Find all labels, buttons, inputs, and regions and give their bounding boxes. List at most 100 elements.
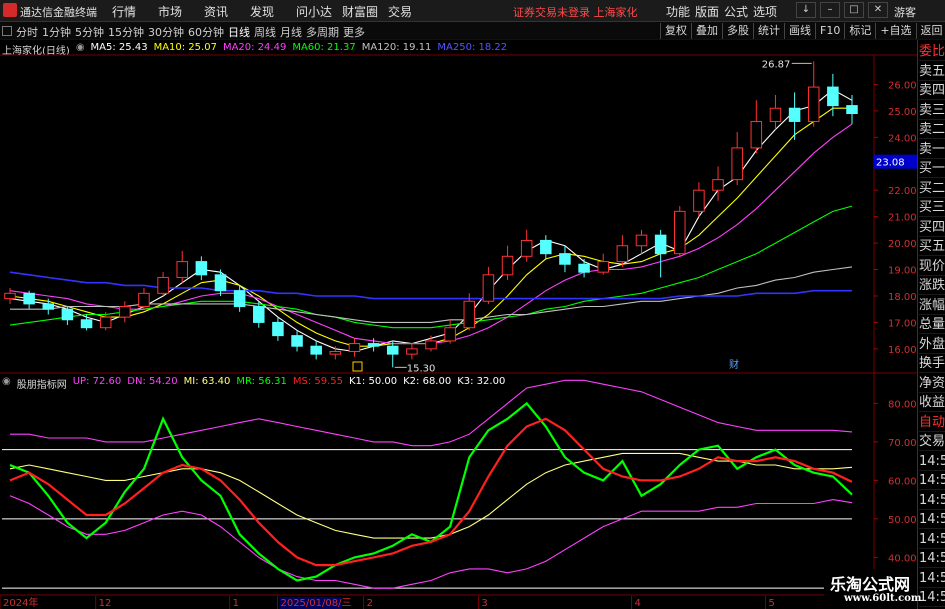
tab-weekly[interactable]: 周线 <box>254 24 276 40</box>
side-panel-item[interactable]: 委比 <box>919 42 945 61</box>
candle-up <box>157 276 169 294</box>
ma5-line <box>9 89 853 353</box>
statistics-button[interactable]: 统计 <box>753 23 784 39</box>
indicator-tick-label: 40.00 <box>888 553 917 564</box>
side-panel-item[interactable]: 14:56 <box>919 569 945 588</box>
price-tick-label: 19.00 <box>888 266 917 277</box>
watermark-url: www.60lt.com <box>844 593 922 604</box>
tab-15min[interactable]: 15分钟 <box>108 24 144 40</box>
side-panel-item[interactable]: 买一 <box>919 159 945 178</box>
candle-up <box>712 179 724 191</box>
tab-5min[interactable]: 5分钟 <box>75 24 104 40</box>
side-panel-item[interactable]: 14:56 <box>919 471 945 490</box>
close-icon[interactable]: ✕ <box>868 2 888 18</box>
candle-down <box>386 345 399 355</box>
side-panel-item[interactable]: 14:56 <box>919 549 945 568</box>
login-status[interactable]: 证券交易未登录 上海家化 <box>513 4 638 20</box>
candle-down <box>827 86 839 107</box>
side-panel-item[interactable]: 总量 <box>919 315 945 334</box>
tab-monthly[interactable]: 月线 <box>280 24 302 40</box>
side-panel-item[interactable]: 卖四 <box>919 81 945 100</box>
side-panel-item[interactable]: 买三 <box>919 198 945 217</box>
tab-multi-period[interactable]: 多周期 <box>306 24 339 40</box>
minimize-icon[interactable]: – <box>820 2 840 18</box>
side-panel-item[interactable]: 卖五 <box>919 62 945 81</box>
menu-item-market[interactable]: 市场 <box>158 3 204 20</box>
candle-down <box>788 107 801 122</box>
menu-item-function[interactable]: 功能 <box>666 3 695 20</box>
candle-up <box>807 86 820 122</box>
menu-item-ask-xiaoda[interactable]: 问小达 <box>296 3 342 20</box>
menu-item-quotes[interactable]: 行情 <box>112 3 158 20</box>
add-watchlist-button[interactable]: +自选 <box>875 23 915 39</box>
side-panel-item[interactable]: 净资 <box>919 374 945 393</box>
tab-intraday[interactable]: 分时 <box>16 24 38 40</box>
date-label: 12 <box>99 598 112 609</box>
menu-item-discover[interactable]: 发现 <box>250 3 296 20</box>
side-panel-item[interactable]: 涨跌 <box>919 276 945 295</box>
candle-down <box>214 274 227 292</box>
guest-label[interactable]: 游客 <box>894 4 916 20</box>
side-panel-item[interactable]: 涨幅 <box>919 296 945 315</box>
indicator-axis: 40.00 50.00 60.00 70.00 80.00 <box>874 399 917 564</box>
draw-line-button[interactable]: 画线 <box>784 23 815 39</box>
side-panel-item[interactable]: 卖三 <box>919 101 945 120</box>
multi-stock-button[interactable]: 多股 <box>722 23 753 39</box>
candle-up <box>425 340 437 350</box>
date-label: 5 <box>768 598 774 609</box>
price-tick-label: 20.00 <box>888 239 917 250</box>
candle-up <box>348 343 361 352</box>
download-icon[interactable]: ↓ <box>796 2 816 18</box>
up-line <box>10 379 853 447</box>
indicator-tick-label: 50.00 <box>888 515 917 526</box>
watermark: 乐淘公式网 www.60lt.com <box>824 569 921 609</box>
tab-30min[interactable]: 30分钟 <box>148 24 184 40</box>
tab-1min[interactable]: 1分钟 <box>42 24 71 40</box>
side-panel-item[interactable]: 14:56 <box>919 491 945 510</box>
maximize-icon[interactable]: □ <box>844 2 864 18</box>
adjust-button[interactable]: 复权 <box>660 23 691 39</box>
price-chart[interactable]: 16.0017.0018.0019.0020.0021.0022.0023.00… <box>0 40 917 609</box>
side-panel-item[interactable]: 买五 <box>919 237 945 256</box>
candle-down <box>233 290 246 308</box>
menu-item-layout[interactable]: 版面 <box>695 3 724 20</box>
side-panel-item[interactable]: 14:56 <box>919 452 945 471</box>
side-panel-item[interactable]: 买二 <box>919 179 945 198</box>
side-panel-item[interactable]: 买四 <box>919 218 945 237</box>
menu-item-wealth-circle[interactable]: 财富圈 <box>342 3 388 20</box>
menu-item-trade[interactable]: 交易 <box>388 3 434 20</box>
mark-button[interactable]: 标记 <box>844 23 875 39</box>
side-panel-item[interactable]: 14:56 <box>919 588 945 607</box>
menu-item-options[interactable]: 选项 <box>753 3 782 20</box>
side-panel-item[interactable]: 14:56 <box>919 530 945 549</box>
side-panel-item[interactable]: 交易 <box>919 432 945 451</box>
side-panel-item[interactable]: 自动 <box>919 413 945 432</box>
menu-item-formula[interactable]: 公式 <box>724 3 753 20</box>
price-tick-label: 25.00 <box>888 107 917 118</box>
price-tick-label: 21.00 <box>888 213 917 224</box>
tab-60min[interactable]: 60分钟 <box>188 24 224 40</box>
current-price-label: 23.08 <box>876 158 905 169</box>
indicator-tick-label: 60.00 <box>888 476 917 487</box>
menu-item-news[interactable]: 资讯 <box>204 3 250 20</box>
panel-toggle-icon[interactable] <box>2 26 12 36</box>
tab-more[interactable]: 更多 <box>343 24 365 40</box>
overlay-button[interactable]: 叠加 <box>691 23 722 39</box>
indicator-tick-label: 80.00 <box>888 399 917 410</box>
f10-button[interactable]: F10 <box>815 23 844 39</box>
candle-up <box>674 210 686 255</box>
tab-daily[interactable]: 日线 <box>228 24 250 40</box>
event-marker-icon <box>352 361 363 372</box>
side-panel-item[interactable]: 收益 <box>919 393 945 412</box>
side-panel-item[interactable]: 卖二 <box>919 120 945 139</box>
main-menu: 行情 市场 资讯 发现 问小达 财富圈 交易 <box>112 3 434 20</box>
side-panel-item[interactable]: 现价 <box>919 257 945 276</box>
side-panel-item[interactable]: 卖一 <box>919 140 945 159</box>
side-panel-item[interactable]: 换手 <box>919 354 945 373</box>
candle-down <box>80 319 93 329</box>
back-button[interactable]: 返回 <box>915 23 945 39</box>
window-controls: ↓ – □ ✕ <box>796 2 888 18</box>
side-panel-item[interactable]: 外盘 <box>919 335 945 354</box>
candle-up <box>138 292 150 308</box>
side-panel-item[interactable]: 14:56 <box>919 510 945 529</box>
